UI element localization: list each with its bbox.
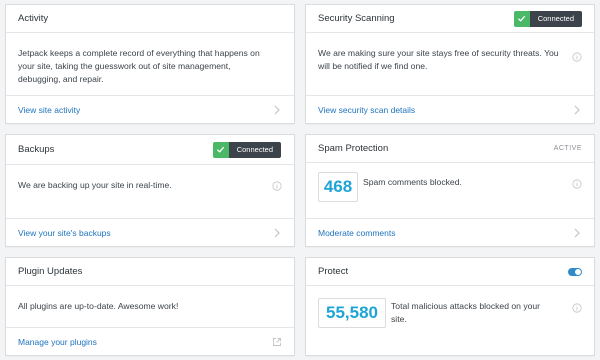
activity-footer[interactable]: View site activity <box>6 95 294 123</box>
chevron-right-icon[interactable] <box>572 105 582 115</box>
toggle-knob <box>575 268 581 275</box>
info-icon[interactable] <box>572 179 582 189</box>
protect-title: Protect <box>318 266 349 277</box>
backups-title: Backups <box>18 144 55 155</box>
chevron-right-icon[interactable] <box>572 228 582 238</box>
protect-description: Total malicious attacks blocked on your … <box>391 301 541 324</box>
security-description: We are making sure your site stays free … <box>318 48 559 71</box>
protect-count: 55,580 <box>318 298 386 328</box>
checkmark-icon <box>212 141 229 158</box>
manage-plugins-link[interactable]: Manage your plugins <box>18 337 272 347</box>
spam-header: Spam Protection ACTIVE <box>306 135 594 163</box>
connected-label: Connected <box>529 10 582 27</box>
chevron-right-icon[interactable] <box>272 105 282 115</box>
external-link-icon[interactable] <box>272 337 282 347</box>
moderate-comments-link[interactable]: Moderate comments <box>318 228 572 238</box>
activity-description: Jetpack keeps a complete record of every… <box>18 48 260 84</box>
spam-title: Spam Protection <box>318 143 389 154</box>
security-title: Security Scanning <box>318 13 395 24</box>
security-header: Security Scanning Connected <box>306 5 594 33</box>
activity-title: Activity <box>18 13 49 24</box>
backups-header: Backups Connected <box>6 135 294 165</box>
info-icon[interactable] <box>272 181 282 191</box>
plugins-card: Plugin Updates All plugins are up-to-dat… <box>5 257 295 356</box>
info-icon[interactable] <box>572 303 582 313</box>
plugins-header: Plugin Updates <box>6 258 294 286</box>
chevron-right-icon[interactable] <box>272 228 282 238</box>
connected-badge: Connected <box>212 141 281 158</box>
plugins-title: Plugin Updates <box>18 266 83 277</box>
activity-card: Activity Jetpack keeps a complete record… <box>5 4 295 124</box>
backups-description: We are backing up your site in real-time… <box>18 180 172 190</box>
protect-toggle[interactable] <box>568 267 582 276</box>
view-site-activity-link[interactable]: View site activity <box>18 105 272 115</box>
spam-description: Spam comments blocked. <box>363 177 462 187</box>
spam-footer[interactable]: Moderate comments <box>306 218 594 246</box>
protect-header: Protect <box>306 258 594 286</box>
backups-footer[interactable]: View your site's backups <box>6 218 294 246</box>
status-badge: ACTIVE <box>553 145 582 152</box>
protect-card: Protect 55,580 Total malicious attacks b… <box>305 257 595 356</box>
plugins-description: All plugins are up-to-date. Awesome work… <box>18 301 179 311</box>
view-backups-link[interactable]: View your site's backups <box>18 228 272 238</box>
connected-badge: Connected <box>513 10 582 27</box>
activity-header: Activity <box>6 5 294 33</box>
spam-count: 468 <box>318 172 358 202</box>
backups-card: Backups Connected We are backing up your… <box>5 134 295 247</box>
info-icon[interactable] <box>572 52 582 62</box>
checkmark-icon <box>513 10 530 27</box>
security-card: Security Scanning Connected We are makin… <box>305 4 595 124</box>
security-footer[interactable]: View security scan details <box>306 95 594 123</box>
spam-card: Spam Protection ACTIVE 468 Spam comments… <box>305 134 595 247</box>
plugins-footer[interactable]: Manage your plugins <box>6 327 294 355</box>
connected-label: Connected <box>228 141 281 158</box>
view-security-scan-link[interactable]: View security scan details <box>318 105 572 115</box>
